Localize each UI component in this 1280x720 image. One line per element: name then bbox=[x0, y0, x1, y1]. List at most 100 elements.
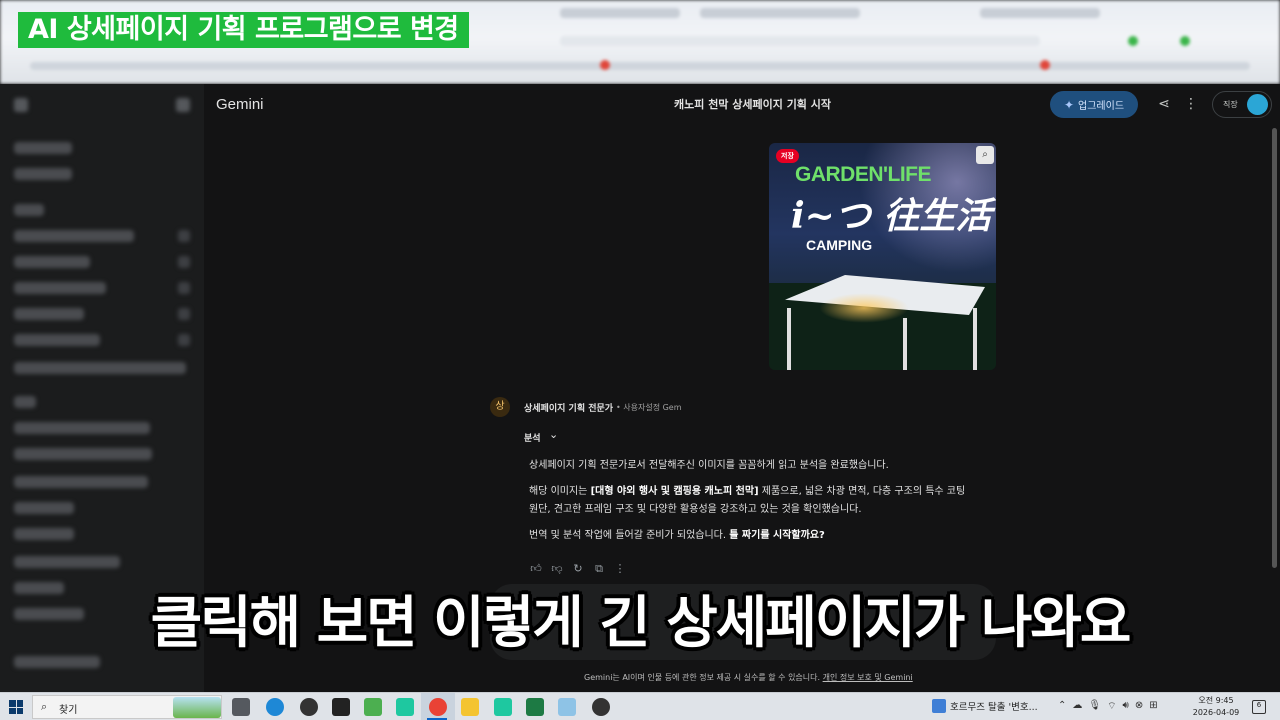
pinterest-save-badge[interactable]: 저장 bbox=[776, 149, 799, 163]
share-icon[interactable]: ⋖ bbox=[1156, 96, 1172, 112]
response-paragraph-3: 번역 및 분석 작업에 들어갈 준비가 되었습니다. 틀 짜기를 시작할까요? bbox=[529, 527, 999, 545]
app-icon[interactable] bbox=[558, 698, 576, 716]
sidebar-chat-item[interactable] bbox=[14, 528, 74, 540]
sidebar-chat-item[interactable] bbox=[14, 502, 74, 514]
sidebar-item-count bbox=[178, 230, 190, 242]
image-camping-text: CAMPING bbox=[806, 237, 873, 253]
window-title: 호르무즈 탈출 '변호... bbox=[950, 702, 1038, 713]
chevron-up-icon[interactable]: ⌃ bbox=[1058, 700, 1066, 713]
sidebar-item-new-chat[interactable] bbox=[14, 142, 72, 154]
sidebar-chat-item[interactable] bbox=[14, 422, 150, 434]
window-app-icon bbox=[932, 699, 946, 713]
scrollbar[interactable] bbox=[1272, 128, 1277, 568]
clock-date: 2026-04-09 bbox=[1192, 708, 1240, 717]
chat-title: 캐노피 천막 상세페이지 기획 시작 bbox=[674, 98, 831, 111]
copy-icon[interactable]: ⧉ bbox=[593, 562, 605, 576]
paragraph-2-prefix: 해당 이미지는 bbox=[529, 486, 591, 497]
sidebar-item[interactable] bbox=[14, 362, 186, 374]
browser-tab-blur bbox=[700, 8, 860, 18]
gem-name: 상세페이지 기획 전문가 bbox=[524, 404, 614, 414]
search-icon[interactable] bbox=[176, 98, 190, 112]
thumbs-down-icon[interactable]: 👎︎ bbox=[551, 562, 563, 576]
volume-icon[interactable]: 🔊︎ bbox=[1123, 700, 1129, 713]
sparkle-icon: ✦ bbox=[1063, 97, 1075, 112]
canopy-pole bbox=[903, 318, 907, 370]
app-icon[interactable] bbox=[494, 698, 512, 716]
paragraph-3-prefix: 번역 및 분석 작업에 들어갈 준비가 되었습니다. bbox=[529, 530, 730, 541]
canopy-pole bbox=[973, 308, 977, 370]
sidebar-item-count bbox=[178, 334, 190, 346]
sidebar-item[interactable] bbox=[14, 308, 84, 320]
menu-icon[interactable] bbox=[14, 98, 28, 112]
sidebar-chat-item[interactable] bbox=[14, 476, 148, 488]
sidebar-section-header bbox=[14, 204, 44, 216]
gemini-logo[interactable]: Gemini bbox=[216, 96, 264, 113]
sidebar-item[interactable] bbox=[14, 230, 134, 242]
gem-avatar: 상 bbox=[490, 397, 510, 417]
sidebar-chat-item[interactable] bbox=[14, 448, 152, 460]
clock-time: 오전 9:45 bbox=[1198, 696, 1234, 705]
app-icon[interactable] bbox=[332, 698, 350, 716]
wifi-icon[interactable]: ⌔ bbox=[1107, 700, 1116, 713]
image-calligraphy: i~つ 往生活 bbox=[791, 195, 992, 237]
extension-icon bbox=[1128, 36, 1138, 46]
avatar bbox=[1247, 94, 1268, 115]
more-options-icon[interactable]: ⋮ bbox=[1183, 96, 1199, 112]
zoom-icon[interactable]: ⌕ bbox=[976, 146, 994, 164]
excel-icon[interactable] bbox=[526, 698, 544, 716]
file-explorer-icon[interactable] bbox=[461, 698, 479, 716]
more-actions-icon[interactable]: ⋮ bbox=[614, 562, 626, 576]
chrome-icon[interactable] bbox=[429, 698, 447, 716]
response-paragraph-1: 상세페이지 기획 전문가로서 전달해주신 이미지를 꼼꼼하게 읽고 분석을 완료… bbox=[529, 460, 889, 471]
sidebar-item-count bbox=[178, 256, 190, 268]
sidebar-item[interactable] bbox=[14, 256, 90, 268]
taskbar: ⌕ 찾기 호르무즈 탈출 '변호... ⌃ ☁ 🎙︎ ⌔ 🔊︎ ⊗ ⊞ 오전 9… bbox=[0, 692, 1280, 720]
sidebar-item[interactable] bbox=[14, 282, 106, 294]
sidebar-item-count bbox=[178, 308, 190, 320]
app-icon[interactable] bbox=[396, 698, 414, 716]
search-icon: ⌕ bbox=[41, 700, 48, 713]
video-caption: 클릭해 보면 이렇게 긴 상세페이지가 나와요 bbox=[150, 591, 1132, 656]
app-icon[interactable] bbox=[592, 698, 610, 716]
edge-icon[interactable] bbox=[266, 698, 284, 716]
privacy-link[interactable]: 개인 정보 보호 및 Gemini bbox=[823, 673, 913, 682]
task-view-icon[interactable] bbox=[232, 698, 250, 716]
canopy-pole bbox=[787, 308, 791, 370]
image-brand-text: GARDEN'LIFE bbox=[795, 163, 932, 186]
extension-icon bbox=[1180, 36, 1190, 46]
sidebar-item[interactable] bbox=[14, 334, 100, 346]
regenerate-icon[interactable]: ↻ bbox=[572, 562, 584, 576]
system-tray: ⌃ ☁ 🎙︎ ⌔ 🔊︎ ⊗ ⊞ bbox=[1058, 700, 1158, 713]
video-title-banner: AI 상세페이지 기획 프로그램으로 변경 bbox=[18, 12, 469, 48]
search-placeholder: 찾기 bbox=[59, 705, 78, 716]
browser-tab-blur bbox=[980, 8, 1100, 18]
browser-tab-blur bbox=[560, 8, 680, 18]
cloud-icon[interactable]: ☁ bbox=[1072, 700, 1082, 713]
gem-subtitle: • 사용자설정 Gem bbox=[616, 403, 682, 412]
taskbar-search[interactable]: ⌕ 찾기 bbox=[32, 695, 222, 719]
input-method-icon[interactable]: ⊞ bbox=[1149, 700, 1157, 713]
uploaded-image[interactable]: GARDEN'LIFE i~つ 往生活 CAMPING 저장 ⌕ bbox=[769, 143, 996, 370]
disclaimer: Gemini는 AI이며 인물 등에 관한 정보 제공 시 실수를 할 수 있습… bbox=[584, 672, 913, 683]
chevron-down-icon[interactable]: ⌄ bbox=[549, 428, 558, 441]
bookmark-icon bbox=[600, 60, 610, 70]
notification-icon[interactable]: 6 bbox=[1252, 700, 1266, 714]
language-icon[interactable]: ⊗ bbox=[1135, 700, 1143, 713]
address-bar-blur bbox=[560, 36, 1040, 46]
thumbs-up-icon[interactable]: 👍︎ bbox=[530, 562, 542, 576]
sidebar-item-gems[interactable] bbox=[14, 168, 72, 180]
analysis-toggle-label[interactable]: 분석 bbox=[524, 431, 541, 444]
taskbar-window-button[interactable]: 호르무즈 탈출 '변호... bbox=[932, 699, 1038, 713]
upgrade-label: 업그레이드 bbox=[1078, 101, 1125, 112]
response-paragraph-2: 해당 이미지는 [대형 야외 행사 및 캠핑용 캐노피 천막] 제품으로, 넓은… bbox=[529, 483, 999, 519]
upgrade-button[interactable]: ✦ 업그레이드 bbox=[1050, 91, 1138, 118]
windows-start-icon[interactable] bbox=[9, 700, 23, 714]
app-icon[interactable] bbox=[364, 698, 382, 716]
mic-icon[interactable]: 🎙︎ bbox=[1088, 700, 1101, 713]
sidebar-chat-item[interactable] bbox=[14, 556, 120, 568]
paragraph-3-bold: 틀 짜기를 시작할까요? bbox=[729, 530, 825, 541]
clock[interactable]: 오전 9:45 2026-04-09 bbox=[1190, 695, 1242, 719]
canopy-lights bbox=[819, 293, 909, 323]
account-switcher[interactable]: 직장 bbox=[1212, 91, 1272, 118]
app-icon[interactable] bbox=[300, 698, 318, 716]
